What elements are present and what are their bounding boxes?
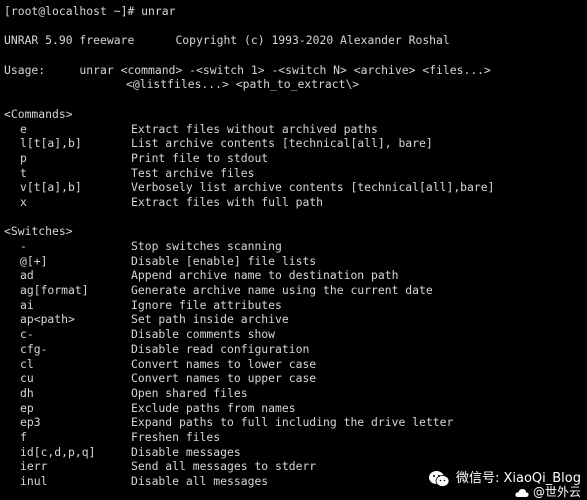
switch-description: Disable comments show [131,327,276,342]
command-key: l[t[a],b] [20,136,82,151]
command-description: Print file to stdout [131,150,269,165]
cloud-icon [515,488,529,497]
command-row: t Test archive files [4,166,587,181]
switch-description: Set path inside archive [131,312,289,327]
switch-description: Append archive name to destination path [131,268,399,283]
switch-key: cu [20,371,34,386]
switch-row: c- Disable comments show [4,327,587,342]
command-key: p [20,150,27,165]
switch-key: @[+] [20,253,48,268]
switch-description: Ignore file attributes [131,297,282,312]
command-row: l[t[a],b] List archive contents [technica… [4,136,587,151]
switch-key: ep [20,400,34,415]
switches-list: - Stop switches scanning @[+] Disable [enab… [4,239,587,489]
switch-description: Exclude paths from names [131,400,296,415]
switch-description: Convert names to upper case [131,371,317,386]
switch-description: Convert names to lower case [131,356,317,371]
switch-key: id[c,d,p,q] [20,444,96,459]
watermark-source-label: @世外云 [532,485,581,500]
commands-list: e Extract files without archived paths l[t… [4,122,587,210]
switch-row: dh Open shared files [4,386,587,401]
command-description: List archive contents [technical[all], b… [131,136,433,151]
switch-key: dh [20,385,34,400]
switch-description: Expand paths to full including the drive… [131,415,454,430]
command-key: x [20,194,27,209]
switch-row: @[+] Disable [enable] file lists [4,254,587,269]
switch-row: - Stop switches scanning [4,239,587,254]
switch-row: f Freshen files [4,430,587,445]
switch-row: ep3 Expand paths to full including the dr… [4,415,587,430]
switch-key: ai [20,297,34,312]
switch-description: Freshen files [131,429,221,444]
usage-line-continued: <@listfiles...> <path_to_extract\> [126,77,360,92]
command-key: t [20,165,27,180]
switch-description: Generate archive name using the current … [131,283,433,298]
command-key: e [20,121,27,136]
switch-row: ag[format] Generate archive name using th… [4,283,587,298]
shell-prompt: [root@localhost ~]# unrar [4,4,176,18]
switches-header: <Switches> [4,224,73,239]
switch-row: cu Convert names to upper case [4,371,587,386]
switch-key: f [20,429,27,444]
switch-description: Open shared files [131,385,248,400]
version-banner: UNRAR 5.90 freeware Copyright (c) 1993-2… [4,33,450,48]
switch-row: cl Convert names to lower case [4,357,587,372]
switch-row: ad Append archive name to destination pat… [4,268,587,283]
command-row: x Extract files with full path [4,195,587,210]
watermark-source: @世外云 [515,485,581,500]
switch-row: id[c,d,p,q] Disable messages [4,445,587,460]
switch-description: Stop switches scanning [131,239,282,253]
command-row: e Extract files without archived paths [4,122,587,137]
usage-line: Usage: unrar <command> -<switch 1> -<swi… [4,62,491,77]
switch-key: cl [20,356,34,371]
switch-key: ad [20,268,34,283]
command-description: Test archive files [131,165,255,180]
switch-row: cfg- Disable read configuration [4,342,587,357]
switch-key: - [20,239,27,253]
switch-key: ep3 [20,415,41,430]
command-key: v[t[a],b] [20,180,82,195]
switch-row: ai Ignore file attributes [4,298,587,313]
terminal-window[interactable]: [root@localhost ~]# unrar UNRAR 5.90 fre… [0,0,587,500]
switch-key: ierr [20,459,48,474]
command-description: Verbosely list archive contents [technic… [131,180,495,195]
switch-row: ap<path> Set path inside archive [4,312,587,327]
switch-description: Disable messages [131,444,241,459]
commands-header: <Commands> [4,106,73,121]
switch-description: Disable read configuration [131,341,310,356]
switch-key: ap<path> [20,312,75,327]
switch-row: ep Exclude paths from names [4,401,587,416]
switch-key: cfg- [20,341,48,356]
switch-key: c- [20,327,34,342]
switch-description: Send all messages to stderr [131,459,317,474]
command-description: Extract files with full path [131,194,324,209]
switch-key: ag[format] [20,283,89,298]
wechat-icon [428,471,450,487]
switch-description: Disable all messages [131,474,269,488]
command-row: v[t[a],b] Verbosely list archive contents… [4,180,587,195]
switch-description: Disable [enable] file lists [131,253,317,268]
switch-key: inul [20,474,48,488]
command-description: Extract files without archived paths [131,121,378,136]
command-row: p Print file to stdout [4,151,587,166]
